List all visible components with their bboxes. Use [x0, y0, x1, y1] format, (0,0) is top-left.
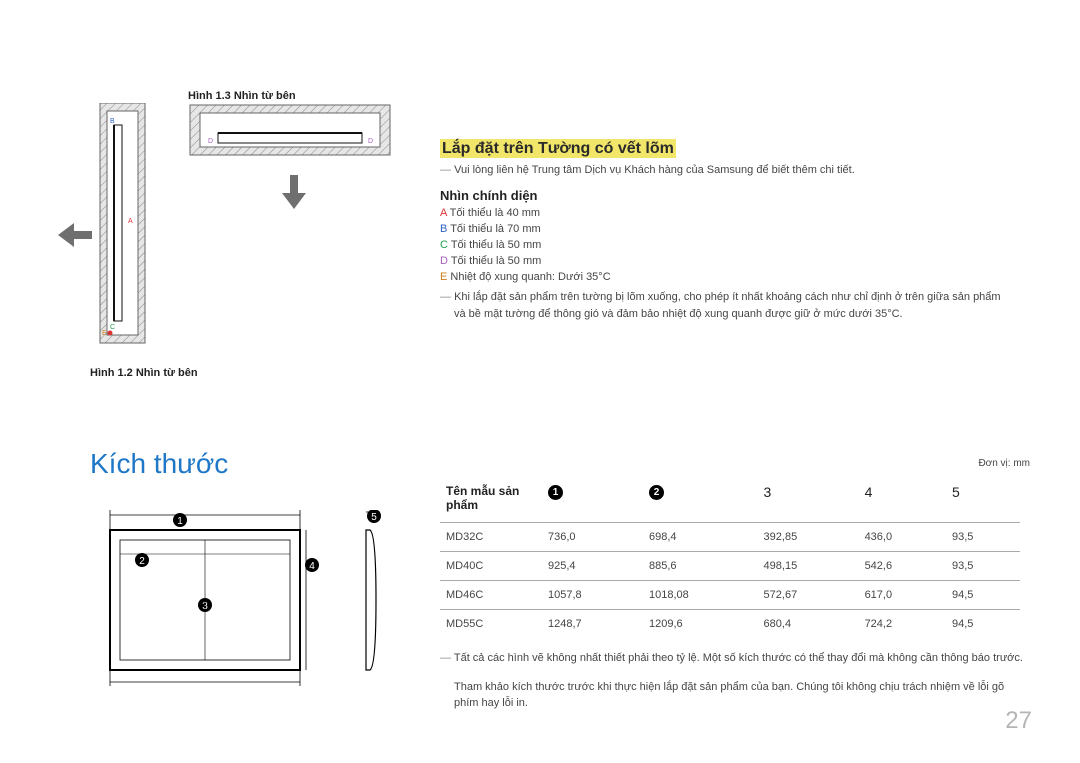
col-4: 4	[865, 484, 873, 500]
table-row: MD40C 925,4 885,6 498,15 542,6 93,5	[440, 552, 1020, 581]
col-5: 5	[952, 484, 960, 500]
dims-footnote-1: Tất cả các hình vẽ không nhất thiết phải…	[454, 652, 1023, 664]
figure-1-3-label: Hình 1.3 Nhìn từ bên	[188, 90, 296, 102]
arrow-down-icon	[282, 175, 306, 209]
dimensions-section-title: Kích thước	[90, 448, 228, 480]
spec-b: Tối thiểu là 70 mm	[450, 223, 540, 235]
spec-d: Tối thiểu là 50 mm	[451, 255, 541, 267]
arrow-left-icon	[58, 223, 92, 247]
col-1: 1	[548, 485, 563, 500]
contact-note: Vui lòng liên hệ Trung tâm Dịch vụ Khách…	[454, 164, 855, 176]
table-row: MD55C 1248,7 1209,6 680,4 724,2 94,5	[440, 610, 1020, 639]
dims-footnote-2: Tham khảo kích thước trước khi thực hiện…	[454, 681, 1004, 710]
spec-a: Tối thiểu là 40 mm	[450, 207, 540, 219]
page-number: 27	[1005, 707, 1032, 735]
svg-text:B: B	[110, 118, 115, 125]
recessed-wall-side-view-diagram: B C E A	[90, 103, 160, 363]
col-model: Tên mẫu sản phẩm	[440, 476, 542, 523]
svg-text:A: A	[128, 218, 133, 225]
spec-e: Nhiệt độ xung quanh: Dưới 35°C	[450, 271, 610, 283]
install-section-heading: Lắp đặt trên Tường có vết lõm	[440, 139, 676, 158]
svg-text:1: 1	[177, 516, 183, 527]
svg-text:D: D	[368, 138, 373, 145]
col-2: 2	[649, 485, 664, 500]
col-3: 3	[764, 484, 772, 500]
svg-text:5: 5	[371, 512, 377, 523]
front-view-subheading: Nhìn chính diện	[440, 188, 1010, 203]
spec-c: Tối thiểu là 50 mm	[451, 239, 541, 251]
svg-text:4: 4	[309, 561, 315, 572]
figure-1-2-label: Hình 1.2 Nhìn từ bên	[90, 367, 198, 379]
svg-text:2: 2	[139, 556, 145, 567]
unit-label: Đơn vị: mm	[978, 458, 1030, 469]
table-row: MD32C 736,0 698,4 392,85 436,0 93,5	[440, 523, 1020, 552]
install-long-note: Khi lắp đặt sản phẩm trên tường bị lõm x…	[454, 291, 1001, 320]
svg-text:D: D	[208, 138, 213, 145]
svg-text:E: E	[102, 330, 107, 337]
dimensions-table: Tên mẫu sản phẩm 1 2 3 4 5 MD32C 736,0 6…	[440, 476, 1020, 638]
table-row: MD46C 1057,8 1018,08 572,67 617,0 94,5	[440, 581, 1020, 610]
svg-text:C: C	[110, 324, 115, 331]
dimensions-diagram: 1 2 3 4 5	[90, 510, 410, 710]
